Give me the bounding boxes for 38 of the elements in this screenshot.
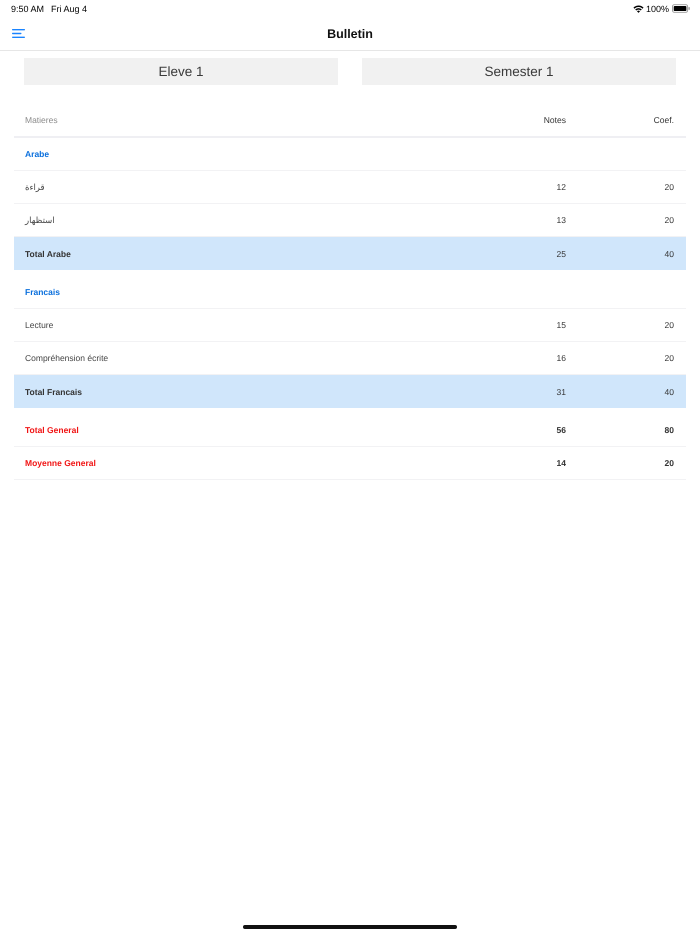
menu-icon[interactable] bbox=[12, 29, 25, 38]
picker-button[interactable]: Eleve 1 bbox=[24, 58, 338, 85]
coefficient-value: 40 bbox=[664, 248, 674, 258]
coefficient-value: 20 bbox=[664, 182, 674, 192]
coefficient-value: 20 bbox=[664, 353, 674, 363]
subject-name: استظهار bbox=[25, 214, 56, 226]
nav-title: Bulletin bbox=[327, 26, 373, 40]
grade-value: 15 bbox=[556, 320, 566, 330]
grade-value: 56 bbox=[556, 425, 566, 435]
battery-percent: 100% bbox=[646, 4, 669, 14]
section-title: Arabe bbox=[25, 149, 50, 159]
coefficient-value: 80 bbox=[664, 425, 674, 435]
grade-value: 25 bbox=[556, 248, 566, 258]
total-label: Total Francais bbox=[25, 386, 83, 396]
grade-value: 16 bbox=[556, 353, 566, 363]
column-header: Notes bbox=[544, 115, 566, 125]
status-time: 9:50 AM bbox=[11, 4, 44, 14]
grade-value: 31 bbox=[556, 386, 566, 396]
battery-icon bbox=[672, 4, 690, 13]
subject-name: Lecture bbox=[25, 320, 54, 330]
coefficient-value: 20 bbox=[664, 215, 674, 225]
total-label: Total Arabe bbox=[25, 248, 72, 258]
subject-name: Compréhension écrite bbox=[25, 353, 110, 363]
grade-value: 13 bbox=[556, 215, 566, 225]
grade-value: 14 bbox=[556, 458, 566, 468]
subject-name: قراءة bbox=[25, 182, 46, 192]
column-header: Coef. bbox=[654, 115, 674, 125]
summary-label: Total General bbox=[25, 425, 80, 435]
grade-value: 12 bbox=[556, 182, 566, 192]
column-header: Matieres bbox=[25, 115, 59, 125]
section-title: Francais bbox=[25, 287, 61, 297]
coefficient-value: 20 bbox=[664, 458, 674, 468]
summary-label: Moyenne General bbox=[25, 458, 97, 468]
picker-button[interactable]: Semester 1 bbox=[362, 58, 676, 85]
coefficient-value: 40 bbox=[664, 386, 674, 396]
status-date: Fri Aug 4 bbox=[51, 4, 88, 14]
wifi-icon bbox=[632, 4, 644, 12]
coefficient-value: 20 bbox=[664, 320, 674, 330]
